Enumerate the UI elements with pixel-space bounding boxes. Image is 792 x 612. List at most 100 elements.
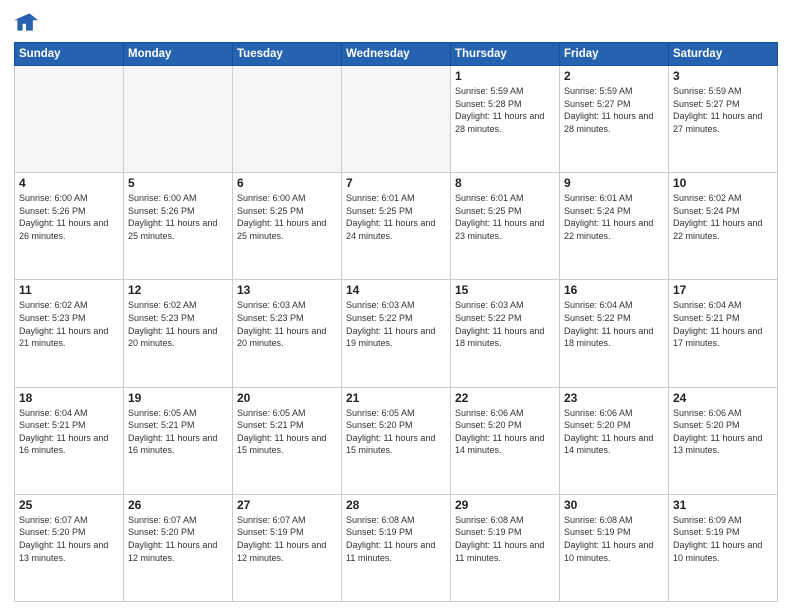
day-info: Sunrise: 6:04 AMSunset: 5:21 PMDaylight:… [673,299,773,349]
calendar-cell: 23 Sunrise: 6:06 AMSunset: 5:20 PMDayligh… [560,387,669,494]
calendar-cell [342,66,451,173]
day-number: 30 [564,498,664,512]
calendar-cell: 28Sunrise: 6:08 AMSunset: 5:19 PMDayligh… [342,494,451,601]
day-number: 8 [455,176,555,190]
week-row-2: 4 Sunrise: 6:00 AMSunset: 5:26 PMDaylight… [15,173,778,280]
day-info: Sunrise: 5:59 AMSunset: 5:27 PMDaylight:… [564,85,664,135]
day-info: Sunrise: 6:02 AMSunset: 5:23 PMDaylight:… [19,299,119,349]
day-number: 4 [19,176,119,190]
day-info: Sunrise: 6:00 AMSunset: 5:26 PMDaylight:… [128,192,228,242]
calendar-cell: 4 Sunrise: 6:00 AMSunset: 5:26 PMDaylight… [15,173,124,280]
calendar-cell: 8 Sunrise: 6:01 AMSunset: 5:25 PMDaylight… [451,173,560,280]
day-number: 19 [128,391,228,405]
day-number: 2 [564,69,664,83]
day-info: Sunrise: 5:59 AMSunset: 5:27 PMDaylight:… [673,85,773,135]
calendar-cell: 6 Sunrise: 6:00 AMSunset: 5:25 PMDaylight… [233,173,342,280]
calendar-header-row: SundayMondayTuesdayWednesdayThursdayFrid… [15,43,778,66]
day-number: 23 [564,391,664,405]
day-number: 17 [673,283,773,297]
calendar-cell: 29 Sunrise: 6:08 AMSunset: 5:19 PMDayligh… [451,494,560,601]
day-info: Sunrise: 6:03 AMSunset: 5:23 PMDaylight:… [237,299,337,349]
day-info: Sunrise: 6:06 AMSunset: 5:20 PMDaylight:… [455,407,555,457]
calendar-cell: 12 Sunrise: 6:02 AMSunset: 5:23 PMDayligh… [124,280,233,387]
day-number: 1 [455,69,555,83]
calendar-cell [15,66,124,173]
calendar-cell: 20Sunrise: 6:05 AMSunset: 5:21 PMDayligh… [233,387,342,494]
day-info: Sunrise: 6:07 AMSunset: 5:20 PMDaylight:… [19,514,119,564]
col-header-monday: Monday [124,43,233,66]
calendar-cell: 16Sunrise: 6:04 AMSunset: 5:22 PMDayligh… [560,280,669,387]
day-number: 7 [346,176,446,190]
calendar-cell: 18 Sunrise: 6:04 AMSunset: 5:21 PMDayligh… [15,387,124,494]
day-info: Sunrise: 6:00 AMSunset: 5:25 PMDaylight:… [237,192,337,242]
day-number: 11 [19,283,119,297]
day-info: Sunrise: 6:08 AMSunset: 5:19 PMDaylight:… [455,514,555,564]
day-number: 22 [455,391,555,405]
calendar-cell: 24 Sunrise: 6:06 AMSunset: 5:20 PMDayligh… [669,387,778,494]
calendar-cell: 19 Sunrise: 6:05 AMSunset: 5:21 PMDayligh… [124,387,233,494]
day-info: Sunrise: 6:07 AMSunset: 5:19 PMDaylight:… [237,514,337,564]
day-number: 16 [564,283,664,297]
day-number: 26 [128,498,228,512]
day-info: Sunrise: 6:06 AMSunset: 5:20 PMDaylight:… [564,407,664,457]
calendar-cell: 22 Sunrise: 6:06 AMSunset: 5:20 PMDayligh… [451,387,560,494]
day-number: 12 [128,283,228,297]
page: SundayMondayTuesdayWednesdayThursdayFrid… [0,0,792,612]
col-header-friday: Friday [560,43,669,66]
calendar-table: SundayMondayTuesdayWednesdayThursdayFrid… [14,42,778,602]
calendar-cell: 30 Sunrise: 6:08 AMSunset: 5:19 PMDayligh… [560,494,669,601]
logo-icon [14,10,38,34]
calendar-cell: 14 Sunrise: 6:03 AMSunset: 5:22 PMDayligh… [342,280,451,387]
day-number: 29 [455,498,555,512]
day-info: Sunrise: 6:03 AMSunset: 5:22 PMDaylight:… [346,299,446,349]
day-info: Sunrise: 6:01 AMSunset: 5:25 PMDaylight:… [346,192,446,242]
col-header-sunday: Sunday [15,43,124,66]
day-number: 10 [673,176,773,190]
day-number: 25 [19,498,119,512]
calendar-cell: 1 Sunrise: 5:59 AMSunset: 5:28 PMDaylight… [451,66,560,173]
day-info: Sunrise: 6:08 AMSunset: 5:19 PMDaylight:… [346,514,446,564]
calendar-cell: 21 Sunrise: 6:05 AMSunset: 5:20 PMDayligh… [342,387,451,494]
day-number: 15 [455,283,555,297]
day-info: Sunrise: 6:08 AMSunset: 5:19 PMDaylight:… [564,514,664,564]
day-info: Sunrise: 6:03 AMSunset: 5:22 PMDaylight:… [455,299,555,349]
calendar-cell: 17 Sunrise: 6:04 AMSunset: 5:21 PMDayligh… [669,280,778,387]
day-info: Sunrise: 6:07 AMSunset: 5:20 PMDaylight:… [128,514,228,564]
calendar-cell: 3 Sunrise: 5:59 AMSunset: 5:27 PMDaylight… [669,66,778,173]
calendar-cell: 2 Sunrise: 5:59 AMSunset: 5:27 PMDaylight… [560,66,669,173]
day-info: Sunrise: 6:05 AMSunset: 5:20 PMDaylight:… [346,407,446,457]
col-header-saturday: Saturday [669,43,778,66]
calendar-cell: 9 Sunrise: 6:01 AMSunset: 5:24 PMDaylight… [560,173,669,280]
day-number: 27 [237,498,337,512]
col-header-thursday: Thursday [451,43,560,66]
calendar-cell: 15 Sunrise: 6:03 AMSunset: 5:22 PMDayligh… [451,280,560,387]
day-info: Sunrise: 6:01 AMSunset: 5:25 PMDaylight:… [455,192,555,242]
day-number: 9 [564,176,664,190]
day-number: 18 [19,391,119,405]
day-info: Sunrise: 6:00 AMSunset: 5:26 PMDaylight:… [19,192,119,242]
col-header-wednesday: Wednesday [342,43,451,66]
day-info: Sunrise: 6:04 AMSunset: 5:21 PMDaylight:… [19,407,119,457]
day-info: Sunrise: 6:01 AMSunset: 5:24 PMDaylight:… [564,192,664,242]
calendar-cell: 10 Sunrise: 6:02 AMSunset: 5:24 PMDayligh… [669,173,778,280]
calendar-cell: 25 Sunrise: 6:07 AMSunset: 5:20 PMDayligh… [15,494,124,601]
calendar-cell: 31Sunrise: 6:09 AMSunset: 5:19 PMDayligh… [669,494,778,601]
day-info: Sunrise: 6:05 AMSunset: 5:21 PMDaylight:… [128,407,228,457]
day-info: Sunrise: 6:02 AMSunset: 5:23 PMDaylight:… [128,299,228,349]
day-info: Sunrise: 6:06 AMSunset: 5:20 PMDaylight:… [673,407,773,457]
calendar-cell: 11 Sunrise: 6:02 AMSunset: 5:23 PMDayligh… [15,280,124,387]
day-info: Sunrise: 5:59 AMSunset: 5:28 PMDaylight:… [455,85,555,135]
header [14,10,778,34]
day-info: Sunrise: 6:02 AMSunset: 5:24 PMDaylight:… [673,192,773,242]
day-number: 3 [673,69,773,83]
day-number: 21 [346,391,446,405]
day-number: 14 [346,283,446,297]
week-row-4: 18 Sunrise: 6:04 AMSunset: 5:21 PMDayligh… [15,387,778,494]
day-number: 5 [128,176,228,190]
day-info: Sunrise: 6:05 AMSunset: 5:21 PMDaylight:… [237,407,337,457]
day-number: 6 [237,176,337,190]
calendar-cell: 5 Sunrise: 6:00 AMSunset: 5:26 PMDaylight… [124,173,233,280]
calendar-cell [233,66,342,173]
calendar-cell: 27 Sunrise: 6:07 AMSunset: 5:19 PMDayligh… [233,494,342,601]
day-number: 24 [673,391,773,405]
